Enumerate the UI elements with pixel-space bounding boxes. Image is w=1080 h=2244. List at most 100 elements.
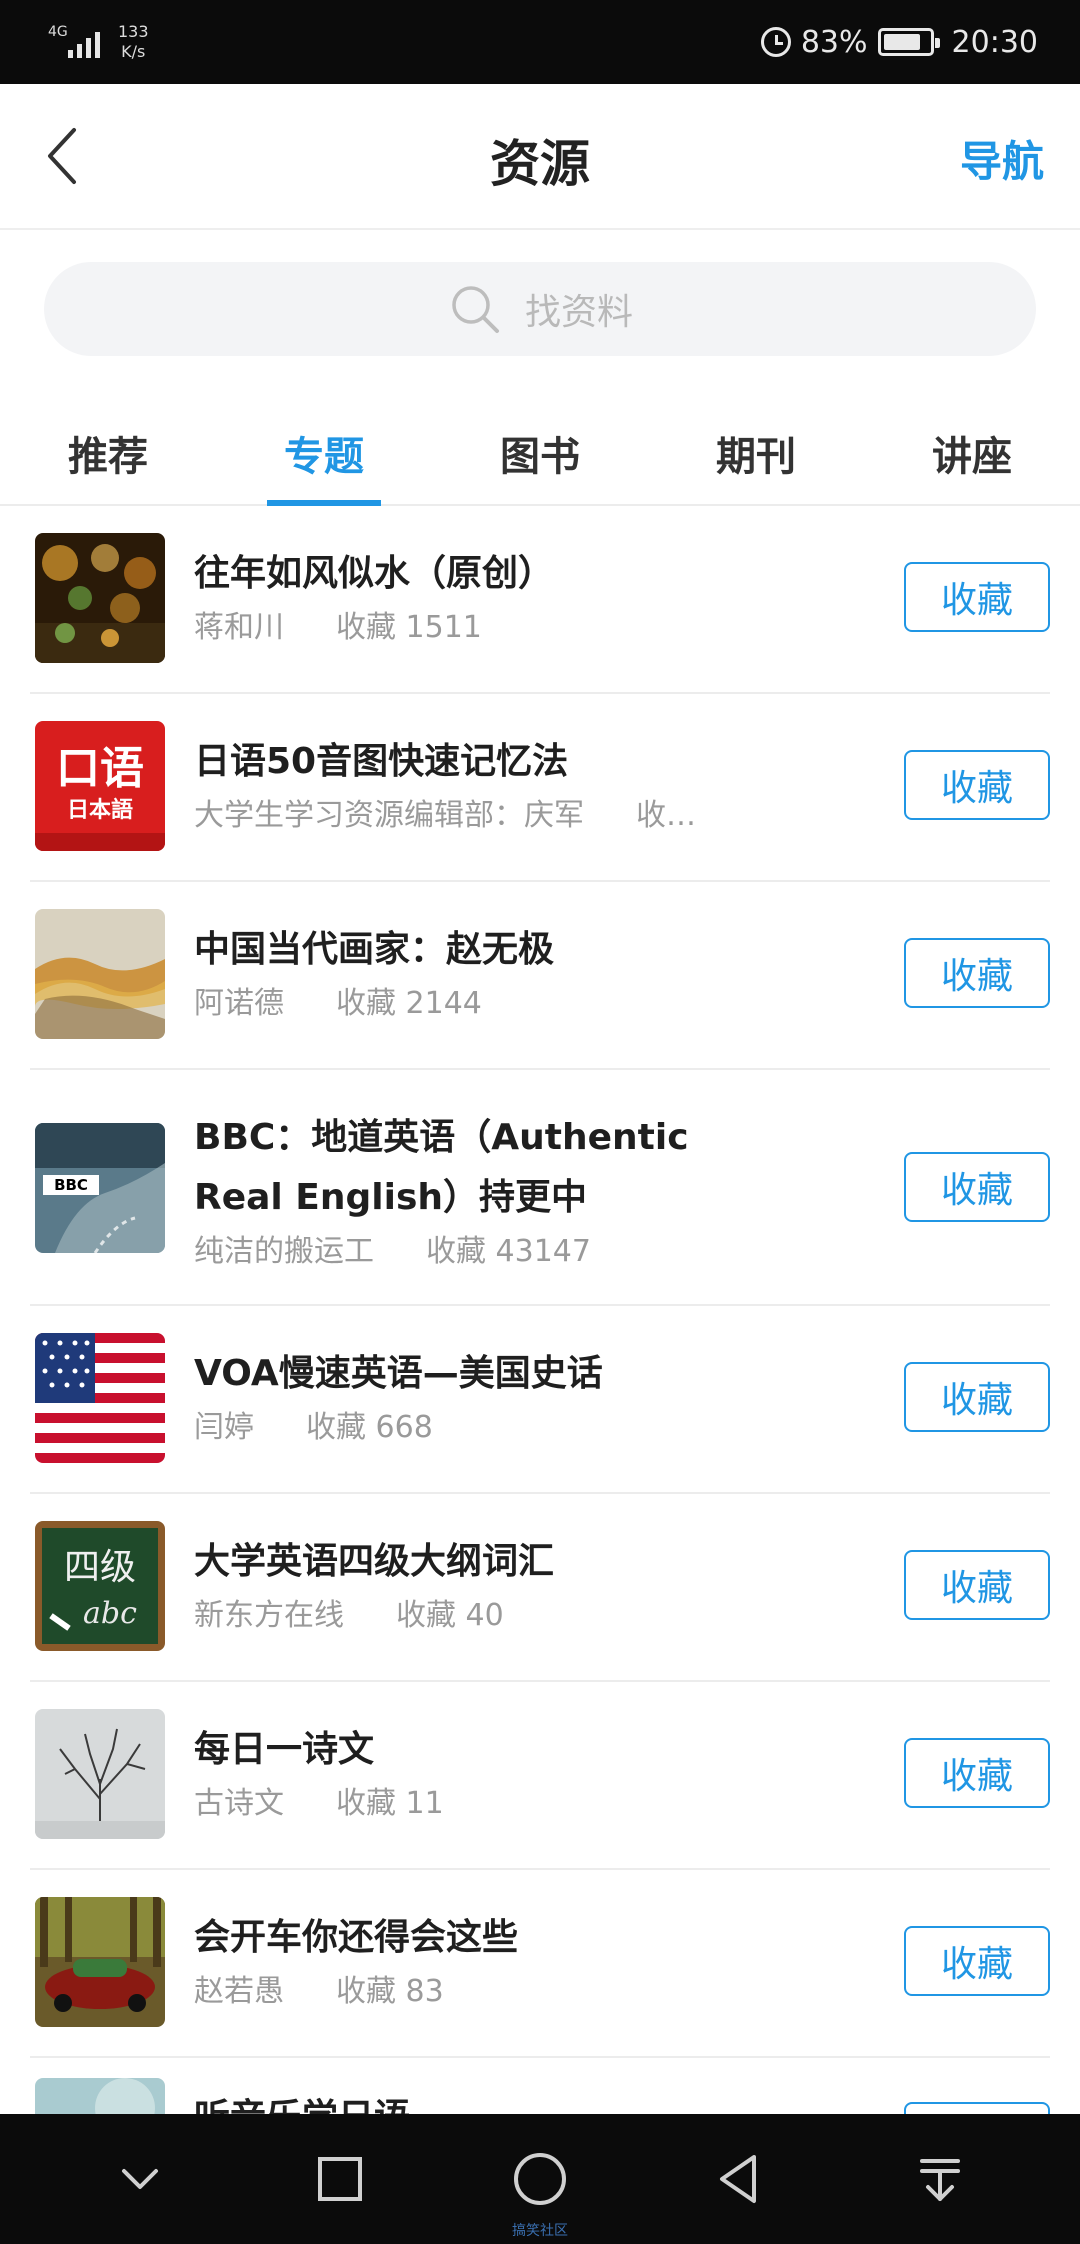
list-item[interactable]: 四级 abc 大学英语四级大纲词汇 新东方在线 收藏 40 收藏 [0,1494,1080,1682]
search-bar[interactable]: 找资料 [44,262,1036,356]
network-speed: 133 K/s [118,22,149,61]
item-meta: 纯洁的搬运工 收藏 43147 [194,1228,714,1276]
item-favorites: 收藏 40 [396,1598,504,1633]
search-icon [452,286,499,333]
favorite-button[interactable]: 收藏 [904,562,1050,632]
japanese-big-text: 口语 [56,743,144,794]
tab-journals[interactable]: 期刊 [648,400,864,504]
status-left: 4G 133 K/s [46,20,149,64]
tab-recommended[interactable]: 推荐 [0,400,216,504]
tab-lectures[interactable]: 讲座 [864,400,1080,504]
navigation-link[interactable]: 导航 [960,128,1044,189]
circle-icon [514,2153,566,2205]
cet4-text: 四级 [64,1547,136,1588]
search-placeholder: 找资料 [524,292,633,333]
item-meta: 大学生学习资源编辑部：庆军 收… [194,792,714,840]
alarm-icon [760,27,791,57]
network-type: 4G [48,24,68,40]
pull-down-icon [920,2159,960,2201]
item-title: 日语50音图快速记忆法 [194,741,569,782]
item-favorites: 收藏 1511 [336,610,482,645]
page-title: 资源 [490,135,590,193]
recents-button[interactable] [304,2143,376,2215]
battery-icon [877,28,940,56]
resource-list: 往年如风似水（原创） 蒋和川 收藏 1511 收藏 口语 日本語 日语50音图快速… [0,506,1080,2208]
item-thumbnail: BBC [35,1123,165,1253]
favorite-button[interactable]: 收藏 [904,1362,1050,1432]
list-item[interactable]: 往年如风似水（原创） 蒋和川 收藏 1511 收藏 [0,506,1080,694]
abstract-painting-image [35,909,165,1039]
battery-percent: 83% [800,24,868,60]
favorite-button[interactable]: 收藏 [904,750,1050,820]
item-favorites: 收藏 668 [306,1410,433,1445]
item-title: 往年如风似水（原创） [194,553,555,594]
item-author: 蒋和川 [194,610,284,645]
favorite-button[interactable]: 收藏 [904,1550,1050,1620]
collapse-button[interactable] [104,2143,176,2215]
winter-tree-image [35,1709,165,1839]
square-icon [318,2157,362,2201]
japanese-small-text: 日本語 [67,797,133,823]
signal-icon: 4G [46,20,104,64]
item-thumbnail: 四级 abc [35,1521,165,1651]
list-item[interactable]: 每日一诗文 古诗文 收藏 11 收藏 [0,1682,1080,1870]
favorite-button[interactable]: 收藏 [904,1152,1050,1222]
clock: 20:30 [951,24,1038,60]
item-author: 阿诺德 [194,986,284,1021]
tab-topics[interactable]: 专题 [216,400,432,504]
favorite-button[interactable]: 收藏 [904,938,1050,1008]
item-thumbnail [35,533,165,663]
watermark: 搞笑社区 [512,2223,568,2239]
list-item[interactable]: 会开车你还得会这些 赵若愚 收藏 83 收藏 [0,1870,1080,2058]
chevron-down-icon [122,2169,158,2189]
abc-text: abc [83,1596,137,1631]
back-nav-button[interactable] [704,2143,776,2215]
item-favorites: 收藏 43147 [426,1234,591,1269]
bokeh-image [35,533,165,663]
bbc-image: BBC [35,1123,165,1253]
item-author: 赵若愚 [194,1974,284,2009]
favorite-button[interactable]: 收藏 [904,1926,1050,1996]
chalkboard-image: 四级 abc [35,1521,165,1651]
item-author: 新东方在线 [194,1598,344,1633]
favorite-button[interactable]: 收藏 [904,1738,1050,1808]
status-right: 83% 20:30 [760,24,1038,60]
item-author: 大学生学习资源编辑部：庆军 [194,798,584,833]
item-title: 中国当代画家：赵无极 [194,929,555,970]
home-button[interactable] [504,2143,576,2215]
app-header: 资源 导航 [0,84,1080,230]
list-item[interactable]: VOA慢速英语—美国史话 闫婷 收藏 668 收藏 [0,1306,1080,1494]
car-image [35,1897,165,2027]
item-favorites: 收… [636,798,696,833]
tab-bar: 推荐 专题 图书 期刊 讲座 [0,400,1080,506]
item-author: 古诗文 [194,1786,284,1821]
item-meta: 闫婷 收藏 668 [194,1404,714,1452]
item-favorites: 收藏 11 [336,1786,444,1821]
list-item[interactable]: BBC BBC：地道英语（Authentic Real English）持更中 … [0,1070,1080,1306]
notification-pull-button[interactable] [904,2143,976,2215]
tab-books[interactable]: 图书 [432,400,648,504]
item-meta: 古诗文 收藏 11 [194,1780,714,1828]
item-title: 每日一诗文 [194,1729,375,1770]
item-title: BBC：地道英语（Authentic Real English）持更中 [194,1117,689,1218]
list-item[interactable]: 中国当代画家：赵无极 阿诺德 收藏 2144 收藏 [0,882,1080,1070]
item-favorites: 收藏 83 [336,1974,444,2009]
battery-fill [883,34,921,50]
screen: 4G 133 K/s 83% 20:30 资源 导航 找资料 推荐 专题 图书 … [0,0,1080,2244]
item-author: 纯洁的搬运工 [194,1234,374,1269]
item-title: VOA慢速英语—美国史话 [194,1353,603,1394]
list-item[interactable]: 口语 日本語 日语50音图快速记忆法 大学生学习资源编辑部：庆军 收… 收藏 [0,694,1080,882]
item-author: 闫婷 [194,1410,254,1445]
item-title: 大学英语四级大纲词汇 [194,1541,555,1582]
item-thumbnail [35,909,165,1039]
item-meta: 阿诺德 收藏 2144 [194,980,714,1028]
item-meta: 赵若愚 收藏 83 [194,1968,714,2016]
bbc-logo-text: BBC [54,1176,88,1194]
item-title: 会开车你还得会这些 [194,1917,519,1958]
item-thumbnail [35,1709,165,1839]
triangle-back-icon [720,2155,756,2203]
item-thumbnail [35,1897,165,2027]
item-meta: 新东方在线 收藏 40 [194,1592,714,1640]
status-bar: 4G 133 K/s 83% 20:30 [0,0,1080,84]
item-meta: 蒋和川 收藏 1511 [194,604,714,652]
